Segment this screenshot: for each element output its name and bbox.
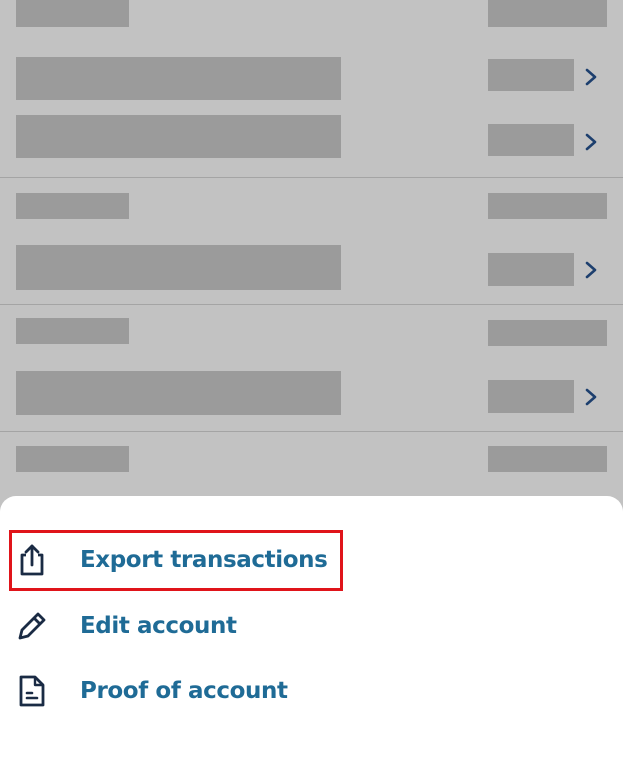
group-header-placeholder <box>16 446 129 472</box>
group-value-placeholder <box>488 320 607 346</box>
group-value-placeholder <box>488 0 607 27</box>
proof-of-account-button[interactable]: Proof of account <box>14 662 288 720</box>
chevron-right-icon <box>585 133 597 151</box>
row-title-placeholder <box>16 57 341 100</box>
group-value-placeholder <box>488 193 607 219</box>
document-icon <box>14 673 50 709</box>
row-title-placeholder <box>16 245 341 290</box>
group-divider <box>0 177 623 178</box>
export-transactions-button[interactable]: Export transactions <box>14 531 328 589</box>
row-amount-placeholder <box>488 253 574 286</box>
row-amount-placeholder <box>488 59 574 91</box>
group-divider <box>0 431 623 432</box>
group-value-placeholder <box>488 446 607 472</box>
edit-account-button[interactable]: Edit account <box>14 597 237 655</box>
group-divider <box>0 304 623 305</box>
edit-account-label: Edit account <box>80 613 237 639</box>
pencil-icon <box>14 608 50 644</box>
group-header-placeholder <box>16 318 129 344</box>
group-header-placeholder <box>16 193 129 219</box>
chevron-right-icon <box>585 261 597 279</box>
background-account-list <box>0 0 623 510</box>
share-export-icon <box>14 542 50 578</box>
chevron-right-icon <box>585 68 597 86</box>
export-transactions-label: Export transactions <box>80 547 328 573</box>
row-title-placeholder <box>16 371 341 415</box>
chevron-right-icon <box>585 388 597 406</box>
proof-of-account-label: Proof of account <box>80 678 288 704</box>
row-amount-placeholder <box>488 380 574 413</box>
row-amount-placeholder <box>488 124 574 156</box>
group-header-placeholder <box>16 0 129 27</box>
row-title-placeholder <box>16 115 341 158</box>
